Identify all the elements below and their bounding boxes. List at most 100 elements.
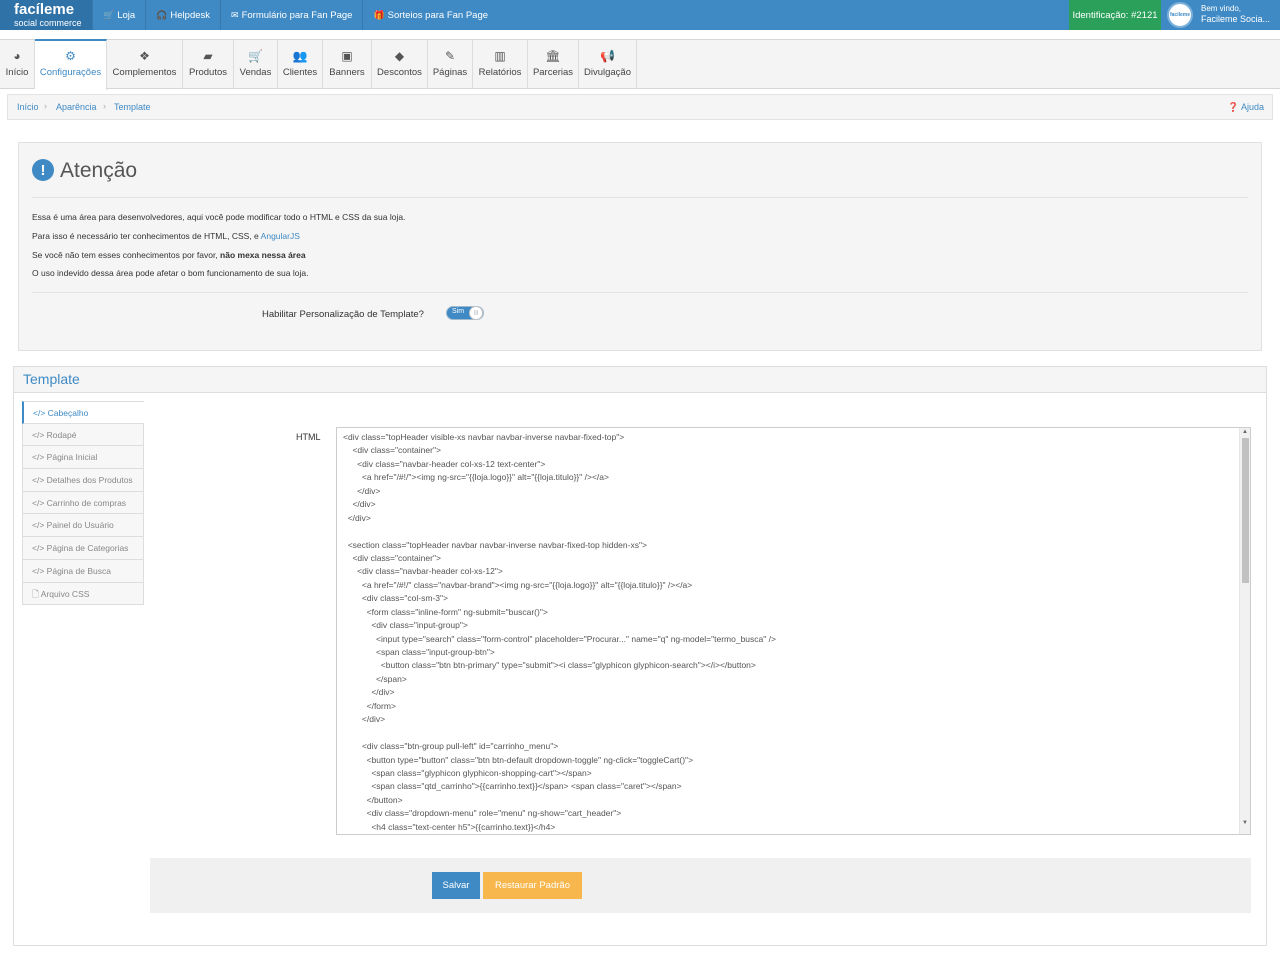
template-tab-label: Página Inicial <box>46 452 98 463</box>
code-line: <form class="inline-form" ng-submit="bus… <box>343 606 548 617</box>
code-line: <div class="dropdown-menu" role="menu" n… <box>343 808 622 819</box>
folder-icon: ▰ <box>203 49 213 63</box>
module-label: Parcerias <box>532 67 574 78</box>
code-icon: </> <box>32 543 45 554</box>
brand-logo[interactable]: facíleme social commerce <box>0 0 92 30</box>
breadcrumb-home[interactable]: Início <box>17 102 39 112</box>
module-picture[interactable]: ▣ Banners <box>323 40 372 89</box>
template-customization-toggle[interactable]: Sim ||| <box>446 306 484 320</box>
template-tab-label: Página de Busca <box>46 565 111 576</box>
code-line: <div class="navbar-header col-xs-12"> <box>343 566 503 577</box>
bullhorn-icon: 📢 <box>600 49 615 63</box>
template-tab[interactable]: </> Rodapé <box>22 423 144 447</box>
gift-icon: 🎁 <box>373 9 385 20</box>
user-menu[interactable]: facileme Bem vindo, Facileme Socia... <box>1162 0 1280 30</box>
module-label: Banners <box>329 67 365 78</box>
template-title: Template <box>23 371 80 387</box>
code-line: <div class="container"> <box>343 445 441 456</box>
code-line: <div class="container"> <box>343 552 441 563</box>
divider <box>32 197 1248 198</box>
code-icon: </> <box>32 429 45 440</box>
module-edit[interactable]: ✎ Páginas <box>428 40 473 89</box>
breadcrumb-aparencia[interactable]: Aparência <box>56 102 97 112</box>
module-cart[interactable]: 🛒 Vendas <box>234 40 278 89</box>
code-line: </span> <box>343 673 407 684</box>
template-panel-header: Template <box>14 367 1266 393</box>
brand-name: facíleme <box>14 1 75 18</box>
module-bar-chart[interactable]: ▥ Relatórios <box>473 40 528 89</box>
save-button[interactable]: Salvar <box>432 872 480 899</box>
code-line: </div> <box>343 714 386 725</box>
template-toggle-label: Habilitar Personalização de Template? <box>262 309 424 320</box>
top-nav-item[interactable]: ✉ Formulário para Fan Page <box>220 0 362 30</box>
code-line: <div class="navbar-header col-xs-12 text… <box>343 458 546 469</box>
restore-default-button[interactable]: Restaurar Padrão <box>483 872 582 899</box>
html-code-editor[interactable]: <div class="topHeader visible-xs navbar … <box>336 427 1251 835</box>
module-label: Divulgação <box>584 67 631 78</box>
module-bank[interactable]: 🏛 Parcerias <box>528 40 579 89</box>
template-tab[interactable]: </> Página de Categorias <box>22 537 144 560</box>
template-tabs: </> Cabeçalho </> Rodapé </> Página Inicia… <box>22 401 144 606</box>
edit-icon: ✎ <box>444 49 456 63</box>
code-content[interactable]: <div class="topHeader visible-xs navbar … <box>343 431 776 834</box>
cogs-icon: ⚙ <box>65 49 76 63</box>
html-label: HTML <box>296 432 321 442</box>
identification-badge: Identificação: #2121 <box>1069 0 1161 30</box>
breadcrumb-template[interactable]: Template <box>114 102 151 112</box>
module-cogs[interactable]: ⚙ Configurações <box>35 39 107 90</box>
module-folder[interactable]: ▰ Produtos <box>183 40 234 89</box>
exclamation-icon: ! <box>32 159 54 181</box>
module-label: Descontos <box>377 67 422 78</box>
template-tab[interactable]: </> Página Inicial <box>22 446 144 470</box>
attention-line-1: Essa é uma área para desenvolvedores, aq… <box>32 212 406 222</box>
brand-tagline: social commerce <box>14 18 82 28</box>
module-label: Produtos <box>188 67 228 78</box>
module-label: Relatórios <box>478 67 522 78</box>
toggle-knob[interactable]: ||| <box>469 306 483 320</box>
module-bullhorn[interactable]: 📢 Divulgação <box>579 40 637 89</box>
bar-chart-icon: ▥ <box>494 49 506 63</box>
template-tab[interactable]: </> Página de Busca <box>22 559 144 583</box>
code-line: </div> <box>343 512 371 523</box>
code-line: </div> <box>343 499 376 510</box>
scroll-up-icon[interactable]: ▲ <box>1242 429 1248 435</box>
top-nav-item[interactable]: 🎁 Sorteios para Fan Page <box>362 0 498 30</box>
module-cubes[interactable]: ❖ Complementos <box>107 40 183 89</box>
template-tab[interactable]: </> Carrinho de compras <box>22 491 144 515</box>
code-icon: </> <box>32 497 45 508</box>
top-nav-label: Helpdesk <box>170 9 211 21</box>
attention-line-3: Se você não tem esses conhecimentos por … <box>32 250 306 260</box>
module-dashboard[interactable]: ◕ Início <box>0 40 35 89</box>
template-tab[interactable]: </> Detalhes dos Produtos <box>22 469 144 492</box>
file-icon: 🗋 <box>32 588 39 599</box>
code-line: <a href="/#!/" class="navbar-brand"><img… <box>343 579 693 590</box>
top-nav-item[interactable]: 🛒 Loja <box>92 0 145 30</box>
template-tab[interactable]: 🗋 Arquivo CSS <box>22 582 144 606</box>
editor-scrollbar[interactable]: ▲ ▼ <box>1239 428 1250 834</box>
code-icon: </> <box>32 452 45 463</box>
code-icon: </> <box>32 520 45 531</box>
scrollbar-thumb[interactable] <box>1242 438 1249 583</box>
code-line: <button type="button" class="btn btn-def… <box>343 754 694 765</box>
module-label: Vendas <box>239 67 272 78</box>
scroll-down-icon[interactable]: ▼ <box>1242 820 1248 826</box>
code-line: </form> <box>343 700 396 711</box>
template-tab[interactable]: </> Cabeçalho <box>22 401 144 424</box>
module-tags[interactable]: ◆ Descontos <box>372 40 428 89</box>
angularjs-link[interactable]: AngularJS <box>261 231 300 241</box>
cart-icon: 🛒 <box>103 9 115 20</box>
template-tab-label: Carrinho de compras <box>46 497 127 508</box>
action-bar: Salvar Restaurar Padrão <box>150 858 1251 913</box>
code-line: <span class="glyphicon glyphicon-shoppin… <box>343 767 592 778</box>
code-line: <span class="input-group-btn"> <box>343 647 495 657</box>
help-link[interactable]: ❓ Ajuda <box>1228 102 1264 113</box>
chevron-right-icon: › <box>44 101 47 111</box>
attention-panel: ! Atenção Essa é uma área para desenvolv… <box>18 142 1262 351</box>
picture-icon: ▣ <box>341 49 353 63</box>
template-tab[interactable]: </> Painel do Usuário <box>22 514 144 538</box>
top-nav-item[interactable]: 🎧 Helpdesk <box>145 0 220 30</box>
attention-warning-bold: não mexa nessa área <box>220 250 306 260</box>
module-users[interactable]: 👥 Clientes <box>278 40 323 89</box>
code-line: <section class="topHeader navbar navbar-… <box>343 539 647 550</box>
